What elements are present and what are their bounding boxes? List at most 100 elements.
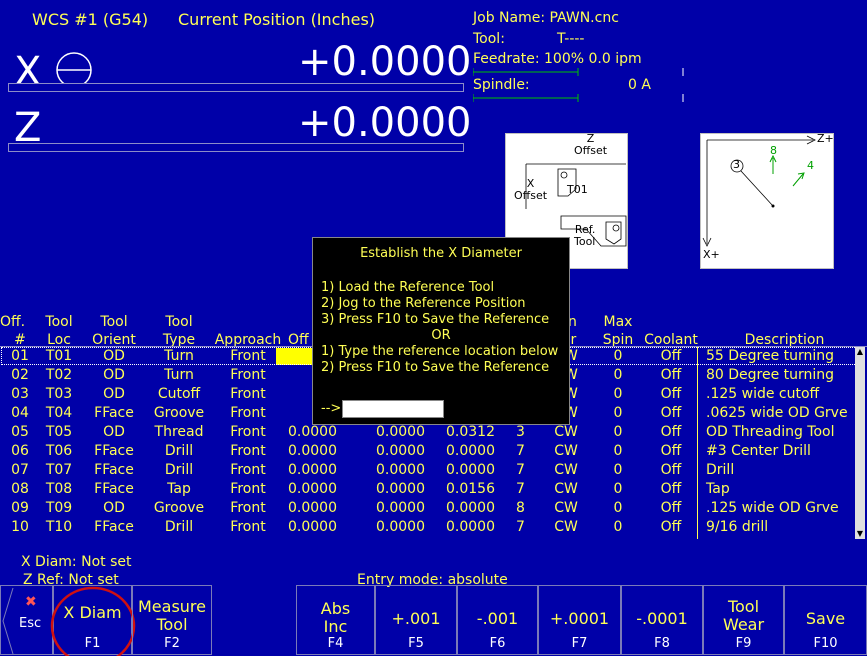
cell-spin: 0 xyxy=(613,481,623,497)
table-row[interactable]: 07 T07 FFace Drill Front 0.0000 0.0000 0.0000 7 C… xyxy=(0,461,867,480)
cell-approach: Front xyxy=(230,405,266,421)
cell-loc: T04 xyxy=(45,405,73,421)
cell-off: 08 xyxy=(11,481,29,497)
cell-offset-x: 0.0000 xyxy=(288,500,337,516)
job-name: Job Name: PAWN.cnc xyxy=(473,10,619,26)
cell-orient: FFace xyxy=(94,462,134,478)
position-title: Current Position (Inches) xyxy=(178,10,376,29)
cell-description: 9/16 drill xyxy=(706,519,769,535)
cell-offset-x: 0.0000 xyxy=(288,462,337,478)
table-row[interactable]: 10 T10 FFace Drill Front 0.0000 0.0000 0.0000 7 C… xyxy=(0,518,867,537)
cell-spin: 0 xyxy=(613,500,623,516)
cell-approach: Front xyxy=(230,443,266,459)
close-icon: ✖ xyxy=(25,594,37,610)
cell-tip: 7 xyxy=(516,481,525,497)
cell-description: Tap xyxy=(706,481,730,497)
minus-001-label: -.001 xyxy=(476,609,519,628)
cell-orient: OD xyxy=(103,500,125,516)
table-row[interactable]: 05 T05 OD Thread Front 0.0000 0.0000 0.0312 3 CW 0… xyxy=(0,423,867,442)
cell-approach: Front xyxy=(230,424,266,440)
description-divider xyxy=(697,347,698,539)
cell-loc: T03 xyxy=(45,386,73,402)
x-position-value: +0.0000 xyxy=(298,39,472,85)
cell-description: .125 wide cutoff xyxy=(706,386,820,402)
table-row[interactable]: 09 T09 OD Groove Front 0.0000 0.0000 0.0000 8 CW 0… xyxy=(0,499,867,518)
cell-description: Drill xyxy=(706,462,735,478)
cell-approach: Front xyxy=(230,367,266,383)
cell-orient: FFace xyxy=(94,443,134,459)
spindle-value: 0 A xyxy=(628,77,651,93)
cell-tip: 7 xyxy=(516,519,525,535)
reference-input[interactable] xyxy=(342,400,444,418)
cell-tip: 3 xyxy=(516,424,525,440)
table-row[interactable]: 06 T06 FFace Drill Front 0.0000 0.0000 0.0000 7 C… xyxy=(0,442,867,461)
save-button[interactable]: Save F10 xyxy=(784,585,867,655)
cell-type: Tap xyxy=(167,481,191,497)
cell-dir: CW xyxy=(554,443,578,459)
cell-approach: Front xyxy=(230,519,266,535)
dialog-line-2: 2) Jog to the Reference Position xyxy=(321,296,526,311)
cell-loc: T10 xyxy=(45,519,73,535)
cell-dir: CW xyxy=(554,519,578,535)
feedrate-label: Feedrate: 100% 0.0 ipm xyxy=(473,51,642,67)
cell-offset-z: 0.0000 xyxy=(376,443,425,459)
cell-tip: 7 xyxy=(516,443,525,459)
dialog-arrow: --> xyxy=(321,401,342,416)
scroll-down-icon[interactable]: ▼ xyxy=(855,529,865,539)
cell-nose: 0.0312 xyxy=(446,424,495,440)
f4-label: F4 xyxy=(327,636,344,651)
tool-number-label: T01 xyxy=(567,183,588,196)
cell-off: 05 xyxy=(11,424,29,440)
cell-loc: T02 xyxy=(45,367,73,383)
table-scrollbar[interactable]: ▲ ▼ xyxy=(855,347,865,539)
minus-0001-button[interactable]: -.0001 F8 xyxy=(621,585,703,655)
cell-off: 04 xyxy=(11,405,29,421)
col-off-top: Off. xyxy=(0,314,26,330)
cell-description: #3 Center Drill xyxy=(706,443,811,459)
cell-loc: T06 xyxy=(45,443,73,459)
cell-off: 03 xyxy=(11,386,29,402)
cell-loc: T05 xyxy=(45,424,73,440)
minus-001-button[interactable]: -.001 F6 xyxy=(457,585,538,655)
cell-coolant: Off xyxy=(660,405,682,421)
feedrate-gauge xyxy=(473,68,684,76)
cell-off: 06 xyxy=(11,443,29,459)
abs-inc-button[interactable]: Abs Inc F4 xyxy=(296,585,375,655)
measure-tool-button[interactable]: Measure Tool F2 xyxy=(132,585,212,655)
col-tool-top: Tool xyxy=(45,314,73,330)
cell-offset-z: 0.0000 xyxy=(376,462,425,478)
cell-type: Cutoff xyxy=(157,386,201,402)
tool-value: T---- xyxy=(557,31,585,47)
cell-offset-z: 0.0000 xyxy=(376,500,425,516)
tool-wear-button[interactable]: Tool Wear F9 xyxy=(703,585,784,655)
z-axis-label: Z xyxy=(14,105,42,151)
cell-orient: FFace xyxy=(94,405,134,421)
cell-description: 80 Degree turning xyxy=(706,367,835,383)
esc-button[interactable]: ✖ Esc xyxy=(0,585,53,655)
cell-loc: T09 xyxy=(45,500,73,516)
cell-nose: 0.0000 xyxy=(446,462,495,478)
dialog-line-1: 1) Load the Reference Tool xyxy=(321,280,495,295)
f5-label: F5 xyxy=(408,636,424,651)
cell-offset-x: 0.0000 xyxy=(288,443,337,459)
cell-tip: 7 xyxy=(516,462,525,478)
cell-nose: 0.0000 xyxy=(446,500,495,516)
cell-offset-z: 0.0000 xyxy=(376,519,425,535)
cell-off: 02 xyxy=(11,367,29,383)
cell-off: 07 xyxy=(11,462,29,478)
cell-approach: Front xyxy=(230,500,266,516)
dialog-line-3: 3) Press F10 to Save the Reference xyxy=(321,312,550,327)
f10-label: F10 xyxy=(813,636,838,651)
f2-label: F2 xyxy=(164,636,180,651)
col-type-top: Tool xyxy=(165,314,193,330)
cell-offset-z: 0.0000 xyxy=(376,481,425,497)
table-row[interactable]: 08 T08 FFace Tap Front 0.0000 0.0000 0.0156 7 CW 0… xyxy=(0,480,867,499)
highlight-circle xyxy=(50,586,136,656)
plus-0001-button[interactable]: +.0001 F7 xyxy=(538,585,621,655)
cell-approach: Front xyxy=(230,481,266,497)
cell-coolant: Off xyxy=(660,500,682,516)
cell-coolant: Off xyxy=(660,481,682,497)
scroll-up-icon[interactable]: ▲ xyxy=(855,347,865,357)
plus-001-button[interactable]: +.001 F5 xyxy=(375,585,457,655)
z-position-value: +0.0000 xyxy=(298,100,472,146)
